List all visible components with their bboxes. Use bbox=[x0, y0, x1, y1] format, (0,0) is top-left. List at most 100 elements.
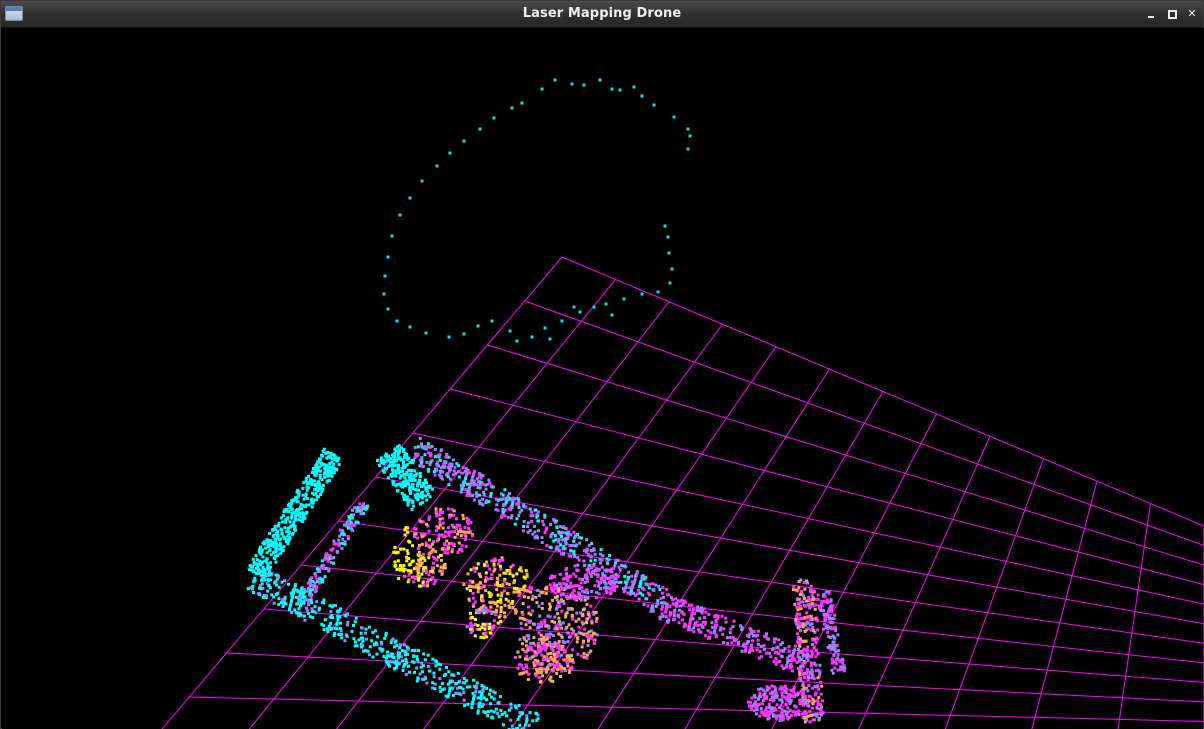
scan-point bbox=[510, 498, 514, 502]
scan-point bbox=[829, 648, 833, 652]
3d-map-viewport[interactable] bbox=[2, 28, 1204, 729]
scan-point bbox=[533, 622, 537, 626]
scan-point bbox=[585, 656, 589, 660]
scan-point bbox=[557, 639, 561, 643]
scan-point bbox=[542, 646, 546, 650]
scan-point bbox=[817, 606, 821, 610]
scan-point bbox=[446, 695, 450, 699]
scan-point bbox=[498, 497, 502, 501]
trajectory-point bbox=[492, 116, 496, 120]
scan-point bbox=[330, 556, 334, 560]
scan-point bbox=[313, 466, 317, 470]
title-bar[interactable]: Laser Mapping Drone ✕ bbox=[1, 1, 1203, 28]
scan-point bbox=[704, 621, 708, 625]
scan-point bbox=[553, 587, 557, 591]
scan-point bbox=[565, 654, 569, 658]
scan-point bbox=[416, 481, 420, 485]
scan-point bbox=[420, 485, 424, 489]
scan-point bbox=[409, 489, 413, 493]
scan-point bbox=[439, 558, 443, 562]
scan-point bbox=[684, 624, 688, 628]
scan-point bbox=[525, 654, 529, 658]
scan-point bbox=[254, 554, 258, 558]
scan-point bbox=[771, 713, 775, 717]
scan-point bbox=[523, 595, 527, 599]
close-button[interactable]: ✕ bbox=[1185, 7, 1199, 21]
scan-point bbox=[393, 667, 397, 671]
scan-point bbox=[254, 562, 258, 566]
scan-point bbox=[476, 623, 480, 627]
scan-point bbox=[570, 627, 574, 631]
trajectory-point bbox=[668, 281, 672, 285]
scan-point bbox=[546, 633, 550, 637]
scan-point bbox=[482, 636, 486, 640]
scan-point bbox=[287, 582, 291, 586]
trajectory-point bbox=[560, 319, 564, 323]
scan-point bbox=[410, 508, 414, 512]
scan-point bbox=[459, 530, 463, 534]
scan-point bbox=[525, 720, 529, 724]
scan-point bbox=[797, 659, 801, 663]
scan-point bbox=[754, 704, 758, 708]
scan-point bbox=[290, 511, 294, 515]
scan-point bbox=[434, 664, 438, 668]
scan-point bbox=[408, 468, 412, 472]
scan-point bbox=[431, 576, 435, 580]
scan-point bbox=[579, 598, 583, 602]
scan-point bbox=[272, 551, 276, 555]
scan-point bbox=[459, 490, 463, 494]
scan-point bbox=[421, 581, 425, 585]
maximize-button[interactable] bbox=[1164, 7, 1178, 21]
scan-point bbox=[806, 668, 810, 672]
scan-point bbox=[672, 614, 676, 618]
scan-point bbox=[506, 592, 510, 596]
scan-point bbox=[467, 526, 471, 530]
trajectory-point bbox=[462, 139, 466, 143]
map-canvas[interactable] bbox=[2, 28, 1204, 729]
scan-point bbox=[276, 533, 280, 537]
scan-point bbox=[461, 466, 465, 470]
scan-point bbox=[631, 584, 635, 588]
scan-point bbox=[323, 575, 327, 579]
scan-point bbox=[559, 593, 563, 597]
scan-point bbox=[768, 651, 772, 655]
scan-point bbox=[693, 623, 697, 627]
scan-point bbox=[283, 537, 287, 541]
scan-point bbox=[805, 581, 809, 585]
scan-point bbox=[816, 593, 820, 597]
scan-point bbox=[549, 675, 553, 679]
scan-point bbox=[359, 506, 363, 510]
scan-point bbox=[525, 574, 529, 578]
scan-point bbox=[284, 520, 288, 524]
scan-point bbox=[587, 543, 591, 547]
scan-point bbox=[526, 521, 530, 525]
scan-point bbox=[472, 566, 476, 570]
scan-point bbox=[412, 575, 416, 579]
scan-point bbox=[511, 574, 515, 578]
scan-point bbox=[459, 693, 463, 697]
scan-point bbox=[623, 580, 627, 584]
scan-point bbox=[538, 614, 542, 618]
scan-point bbox=[336, 618, 340, 622]
scan-point bbox=[302, 614, 306, 618]
scan-point bbox=[747, 635, 751, 639]
scan-point bbox=[808, 623, 812, 627]
scan-point bbox=[824, 613, 828, 617]
scan-point bbox=[393, 564, 397, 568]
scan-point bbox=[322, 564, 326, 568]
scan-point bbox=[536, 717, 540, 721]
scan-point bbox=[520, 642, 524, 646]
scan-point bbox=[551, 669, 555, 673]
scan-point bbox=[425, 481, 429, 485]
scan-point bbox=[811, 638, 815, 642]
minimize-button[interactable] bbox=[1144, 7, 1158, 21]
scan-point bbox=[797, 622, 801, 626]
scan-point bbox=[493, 602, 497, 606]
scan-point bbox=[329, 453, 333, 457]
scan-point bbox=[416, 676, 420, 680]
scan-point bbox=[547, 626, 551, 630]
scan-point bbox=[531, 609, 535, 613]
trajectory-point bbox=[424, 331, 428, 335]
scan-point bbox=[501, 558, 505, 562]
scan-point bbox=[426, 584, 430, 588]
